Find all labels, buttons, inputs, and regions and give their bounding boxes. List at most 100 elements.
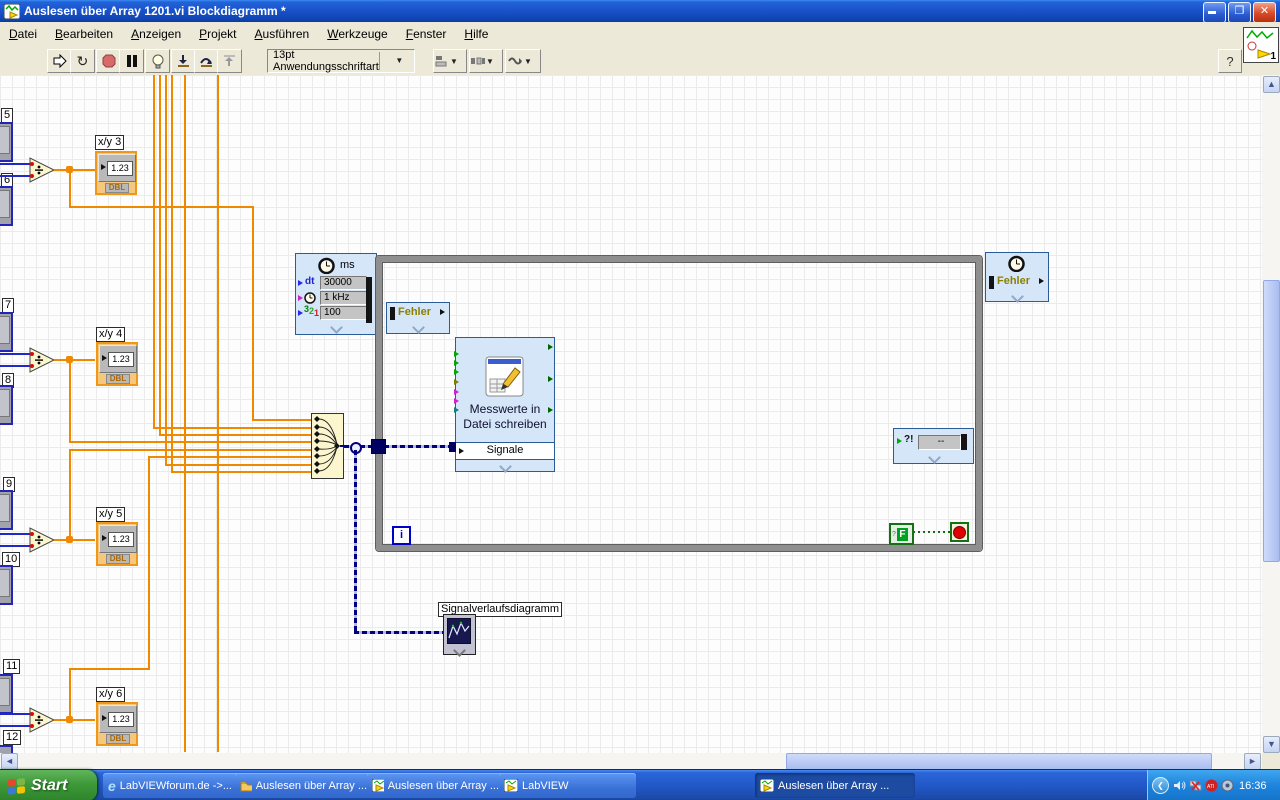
wire-feed-b[interactable] — [159, 75, 161, 434]
boolean-wire[interactable] — [913, 531, 950, 533]
array-terminal-7[interactable] — [0, 312, 13, 352]
array-terminal-10[interactable] — [0, 565, 13, 605]
wire-out[interactable] — [54, 359, 95, 361]
tray-clock[interactable]: 16:36 — [1239, 780, 1267, 792]
chevron-down-icon[interactable] — [928, 451, 941, 464]
chevron-down-icon[interactable] — [412, 321, 425, 334]
wire-xy6-h1[interactable] — [69, 668, 148, 670]
wire-xy4-h[interactable] — [69, 441, 311, 443]
wire-feed-d[interactable] — [171, 75, 173, 471]
wire-out[interactable] — [54, 169, 95, 171]
dynamic-data-wire[interactable] — [354, 631, 444, 634]
tray-ati-icon[interactable]: ATI — [1205, 779, 1218, 792]
indicator-label[interactable]: x/y 4 — [96, 327, 126, 342]
font-dropdown-arrow-icon[interactable]: ▼ — [378, 52, 414, 70]
menu-werkzeuge[interactable]: Werkzeuge — [318, 24, 396, 44]
chevron-down-icon[interactable] — [330, 321, 343, 334]
array-terminal-12[interactable] — [0, 745, 13, 753]
close-button[interactable]: ✕ — [1253, 2, 1276, 23]
loop-iteration-terminal[interactable]: i — [392, 526, 411, 545]
menu-hilfe[interactable]: Hilfe — [455, 24, 497, 44]
step-over-button[interactable] — [194, 49, 219, 73]
vi-icon-badge[interactable]: 1 — [1243, 27, 1279, 63]
samples-value[interactable]: 100 — [320, 306, 367, 320]
status-express-node[interactable]: ?! -- — [893, 428, 974, 464]
wire-passthrough-2[interactable] — [217, 75, 219, 752]
wire-input[interactable] — [0, 533, 30, 535]
status-value[interactable]: -- — [918, 435, 961, 450]
wire-input[interactable] — [0, 163, 30, 165]
taskbar-button-ie[interactable]: e LabVIEWforum.de ->... — [103, 773, 240, 798]
loop-tunnel[interactable] — [371, 439, 386, 454]
run-button[interactable] — [47, 49, 72, 73]
menu-projekt[interactable]: Projekt — [190, 24, 245, 44]
taskbar-button-labview-blockdiagram-active[interactable]: Auslesen über Array ... — [755, 773, 915, 798]
menu-ausfuehren[interactable]: Ausführen — [246, 24, 319, 44]
stop-boolean-constant[interactable]: ? F — [889, 523, 914, 545]
chevron-down-icon[interactable] — [1011, 290, 1024, 303]
align-objects-dropdown[interactable]: ▼ — [433, 49, 467, 73]
array-terminal-11[interactable] — [0, 674, 13, 714]
wire-xy6-v1[interactable] — [69, 668, 71, 720]
wire-xy5-h[interactable] — [69, 449, 311, 451]
error-in-node[interactable]: Fehler — [386, 302, 450, 334]
wire-xy6-h2[interactable] — [148, 456, 311, 458]
dynamic-data-wire[interactable] — [354, 450, 357, 631]
step-into-button[interactable] — [171, 49, 196, 73]
tray-collapse-chevron-icon[interactable]: ❮ — [1152, 777, 1169, 794]
menu-anzeigen[interactable]: Anzeigen — [122, 24, 190, 44]
signals-port[interactable]: Signale — [455, 442, 555, 460]
font-selector[interactable]: 13pt Anwendungsschriftart ▼ — [267, 49, 415, 73]
wire-feed-b2[interactable] — [159, 434, 311, 436]
wire-input[interactable] — [0, 725, 30, 727]
divide-node[interactable] — [28, 707, 56, 733]
wire-xy4-v[interactable] — [69, 360, 71, 441]
scroll-left-button[interactable]: ◄ — [1, 753, 18, 770]
scroll-right-button[interactable]: ► — [1244, 753, 1261, 770]
menu-fenster[interactable]: Fenster — [397, 24, 456, 44]
vertical-scroll-thumb[interactable] — [1263, 280, 1280, 562]
wire-feed-c[interactable] — [165, 75, 167, 464]
wire-input[interactable] — [0, 365, 30, 367]
chevron-down-icon[interactable] — [499, 460, 512, 473]
wire-feed-d2[interactable] — [171, 471, 311, 473]
vertical-scrollbar[interactable]: ▲ ▼ — [1262, 75, 1280, 753]
block-diagram-canvas[interactable]: 5 6 7 8 9 10 11 12 x/y 3 1.23 DBL x/y 4 … — [0, 75, 1262, 753]
waveform-chart-terminal[interactable] — [443, 614, 476, 657]
divide-node[interactable] — [28, 347, 56, 373]
wire-out[interactable] — [54, 719, 95, 721]
taskbar-button-labview-vi[interactable]: Auslesen über Array ... — [367, 773, 504, 798]
rate-value[interactable]: 1 kHz — [320, 291, 367, 305]
step-out-button[interactable] — [217, 49, 242, 73]
taskbar-button-labview[interactable]: LabVIEW — [499, 773, 636, 798]
wire-xy3-v1[interactable] — [69, 170, 71, 206]
numeric-indicator-xy3[interactable]: 1.23 DBL — [95, 151, 137, 195]
restore-button[interactable]: ❐ — [1228, 2, 1251, 23]
numeric-indicator-xy5[interactable]: 1.23 DBL — [96, 522, 138, 566]
wire-xy3-v2[interactable] — [252, 206, 254, 419]
array-terminal-5[interactable] — [0, 122, 13, 162]
wire-xy6-v2[interactable] — [148, 456, 150, 670]
array-terminal-8[interactable] — [0, 385, 13, 425]
wire-passthrough-1[interactable] — [184, 75, 186, 752]
false-constant[interactable]: F — [896, 527, 908, 541]
timing-node[interactable]: ms dt 30000 1 kHz 321 100 — [295, 253, 377, 335]
horizontal-scrollbar[interactable]: ◄ ► — [0, 753, 1262, 770]
array-terminal-6[interactable] — [0, 186, 13, 226]
error-out-node[interactable]: Fehler — [985, 252, 1049, 303]
wire-xy3-h2[interactable] — [252, 419, 311, 421]
array-terminal-9[interactable] — [0, 490, 13, 530]
loop-condition-terminal[interactable] — [950, 522, 969, 542]
tray-audio-icon[interactable] — [1173, 779, 1186, 792]
wire-input[interactable] — [0, 353, 30, 355]
wire-input[interactable] — [0, 175, 30, 177]
divide-node[interactable] — [28, 527, 56, 553]
wire-out[interactable] — [54, 539, 95, 541]
distribute-objects-dropdown[interactable]: ▼ — [469, 49, 503, 73]
write-measurement-file-vi[interactable]: Messwerte in Datei schreiben Signale — [449, 337, 555, 473]
reorder-dropdown[interactable]: ▼ — [505, 49, 541, 73]
indicator-label[interactable]: x/y 6 — [96, 687, 126, 702]
wire-xy5-v[interactable] — [69, 449, 71, 540]
merge-signals-node[interactable] — [311, 413, 344, 479]
dt-value[interactable]: 30000 — [320, 276, 367, 290]
